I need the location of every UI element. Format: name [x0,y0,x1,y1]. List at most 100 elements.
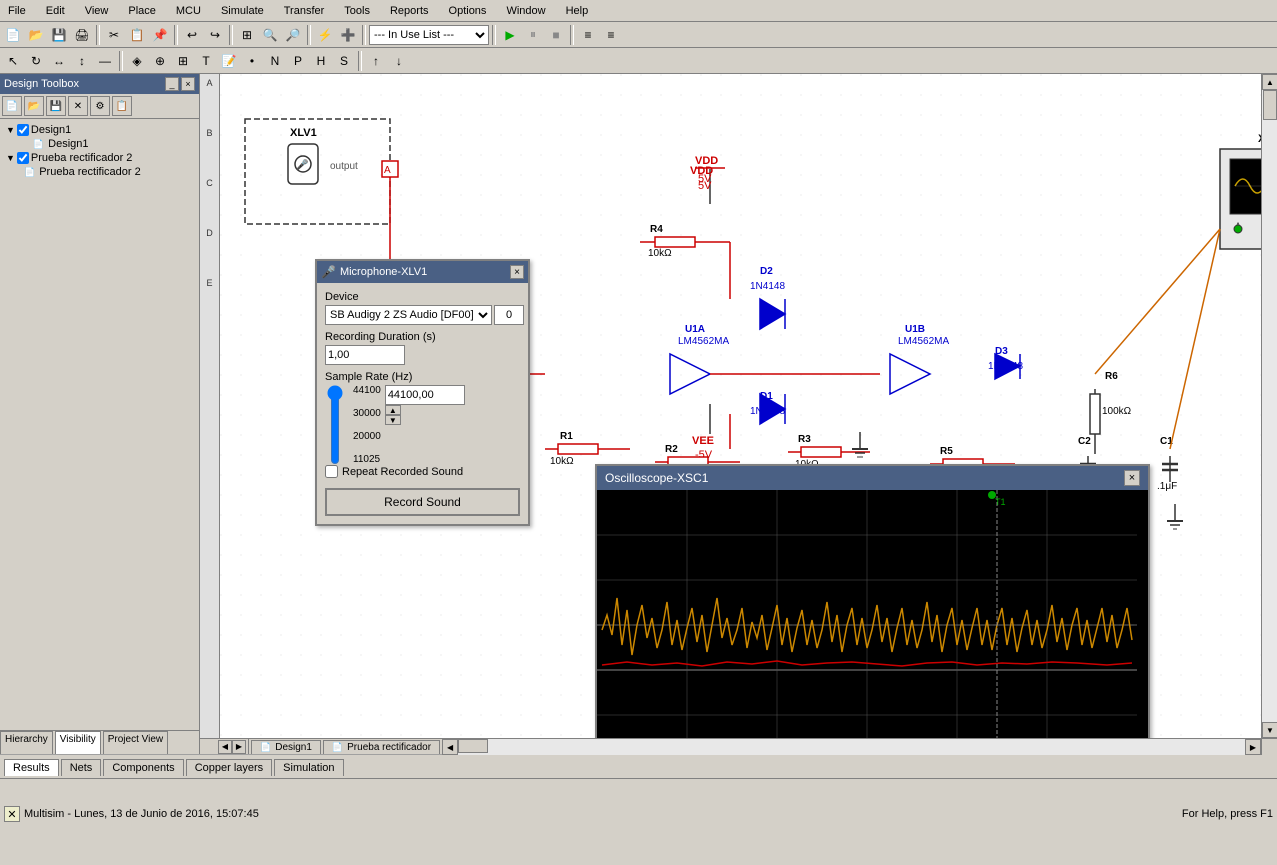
tb-mirror-h[interactable]: ↔ [48,50,70,72]
main-hscrollbar[interactable]: ◀ ▶ [442,739,1261,755]
menu-reports[interactable]: Reports [386,4,433,18]
schematic-main[interactable]: VDD 5V VEE -5V XLV1 🎤 output [220,74,1261,738]
tab-results[interactable]: Results [4,759,59,776]
tb-copy-design[interactable]: 📋 [112,96,132,116]
tree-checkbox-design1[interactable] [17,124,29,136]
tb-netname[interactable]: N [264,50,286,72]
in-use-dropdown[interactable]: --- In Use List --- [369,25,489,45]
menu-simulate[interactable]: Simulate [217,4,268,18]
tb-select[interactable]: ↖ [2,50,24,72]
menu-mcu[interactable]: MCU [172,4,205,18]
tb-misc[interactable]: ⊞ [172,50,194,72]
tb-arrow-up[interactable]: ↑ [365,50,387,72]
tb-close-design[interactable]: ✕ [68,96,88,116]
right-scrollbar[interactable]: ▲ ▼ [1261,74,1277,738]
tb-cut[interactable]: ✂ [103,24,125,46]
tb-component[interactable]: ⚡ [314,24,336,46]
tb-rotate[interactable]: ↻ [25,50,47,72]
tb-place-comp[interactable]: ◈ [126,50,148,72]
sample-rate-slider[interactable] [325,385,345,465]
sheet-prev-btn[interactable]: ◀ [218,740,232,754]
hscroll-thumb[interactable] [458,739,488,753]
tb-run[interactable]: ▶ [499,24,521,46]
tb-zoom-full[interactable]: ⊞ [236,24,258,46]
hscroll-track[interactable] [458,739,1245,755]
tb-arrow-dn[interactable]: ↓ [388,50,410,72]
tb-note[interactable]: 📝 [218,50,240,72]
scroll-up-btn[interactable]: ▲ [1262,74,1277,90]
tb-zoom-out[interactable]: 🔎 [282,24,304,46]
prueba-sheet-label: Prueba rectificador [347,742,431,753]
tb-zoom-area[interactable]: 🔍 [259,24,281,46]
menu-options[interactable]: Options [445,4,491,18]
tb-new[interactable]: 📄 [2,24,24,46]
mic-dialog-close-btn[interactable]: × [510,265,524,279]
toolbox-minimize-btn[interactable]: _ [165,77,179,91]
tab-components[interactable]: Components [103,759,183,776]
repeat-checkbox[interactable] [325,465,338,478]
tb-wire[interactable]: ➕ [337,24,359,46]
tb-power[interactable]: P [287,50,309,72]
tb-save-design[interactable]: 💾 [46,96,66,116]
tb-pause[interactable]: ⏸ [522,24,544,46]
tab-project-view[interactable]: Project View [103,731,168,754]
tb-more2[interactable]: ≡ [600,24,622,46]
tb-subcirc[interactable]: S [333,50,355,72]
device-number-input[interactable] [494,305,524,325]
sample-rate-input[interactable] [385,385,465,405]
spinbox-down-btn[interactable]: ▼ [385,415,401,425]
tb-undo[interactable]: ↩ [181,24,203,46]
scroll-down-btn[interactable]: ▼ [1262,722,1277,738]
tb-more1[interactable]: ≡ [577,24,599,46]
sheet-tab-design1[interactable]: 📄 Design1 [251,740,321,754]
tb-place-wire[interactable]: ⊕ [149,50,171,72]
duration-input[interactable] [325,345,405,365]
tb-text[interactable]: T [195,50,217,72]
osc-close-btn[interactable]: × [1124,470,1140,486]
sheet-tab-prueba[interactable]: 📄 Prueba rectificador [323,740,440,754]
tree-item-design1-child[interactable]: ▶ 📄 Design1 [4,137,195,151]
tb-stop[interactable]: ■ [545,24,567,46]
menu-help[interactable]: Help [562,4,593,18]
menu-view[interactable]: View [81,4,113,18]
device-select[interactable]: SB Audigy 2 ZS Audio [DF00] [325,305,492,325]
tb-redo[interactable]: ↪ [204,24,226,46]
tb-open-design[interactable]: 📂 [24,96,44,116]
tb-save[interactable]: 💾 [48,24,70,46]
tb-settings[interactable]: ⚙ [90,96,110,116]
scroll-track-v[interactable] [1262,90,1277,722]
tab-hierarchy[interactable]: Hierarchy [0,731,53,754]
separator [119,51,123,71]
menu-window[interactable]: Window [502,4,549,18]
scroll-thumb-v[interactable] [1263,90,1277,120]
sheet-next-btn[interactable]: ▶ [232,740,246,754]
tree-item-prueba-child[interactable]: 📄 Prueba rectificador 2 [4,165,195,179]
tb-bus[interactable]: — [94,50,116,72]
tab-visibility[interactable]: Visibility [55,731,101,754]
tb-hier[interactable]: H [310,50,332,72]
tree-checkbox-prueba[interactable] [17,152,29,164]
tree-item-design1-group[interactable]: ▼ Design1 [4,123,195,137]
status-collapse-btn[interactable]: ✕ [4,806,20,822]
spinbox-up-btn[interactable]: ▲ [385,405,401,415]
tb-mirror-v[interactable]: ↕ [71,50,93,72]
hscroll-left-btn[interactable]: ◀ [442,739,458,755]
menu-transfer[interactable]: Transfer [280,4,329,18]
tb-open[interactable]: 📂 [25,24,47,46]
tb-paste[interactable]: 📌 [149,24,171,46]
tab-nets[interactable]: Nets [61,759,102,776]
tab-copper-layers[interactable]: Copper layers [186,759,272,776]
tab-simulation[interactable]: Simulation [274,759,343,776]
tb-junction[interactable]: • [241,50,263,72]
menu-edit[interactable]: Edit [42,4,69,18]
tb-print[interactable]: 🖨 [71,24,93,46]
menu-tools[interactable]: Tools [340,4,374,18]
tree-item-prueba-group[interactable]: ▼ Prueba rectificador 2 [4,151,195,165]
menu-file[interactable]: File [4,4,30,18]
hscroll-right-btn[interactable]: ▶ [1245,739,1261,755]
tb-copy[interactable]: 📋 [126,24,148,46]
tb-new-design[interactable]: 📄 [2,96,22,116]
record-sound-btn[interactable]: Record Sound [325,488,520,516]
toolbox-close-btn[interactable]: × [181,77,195,91]
menu-place[interactable]: Place [124,4,160,18]
